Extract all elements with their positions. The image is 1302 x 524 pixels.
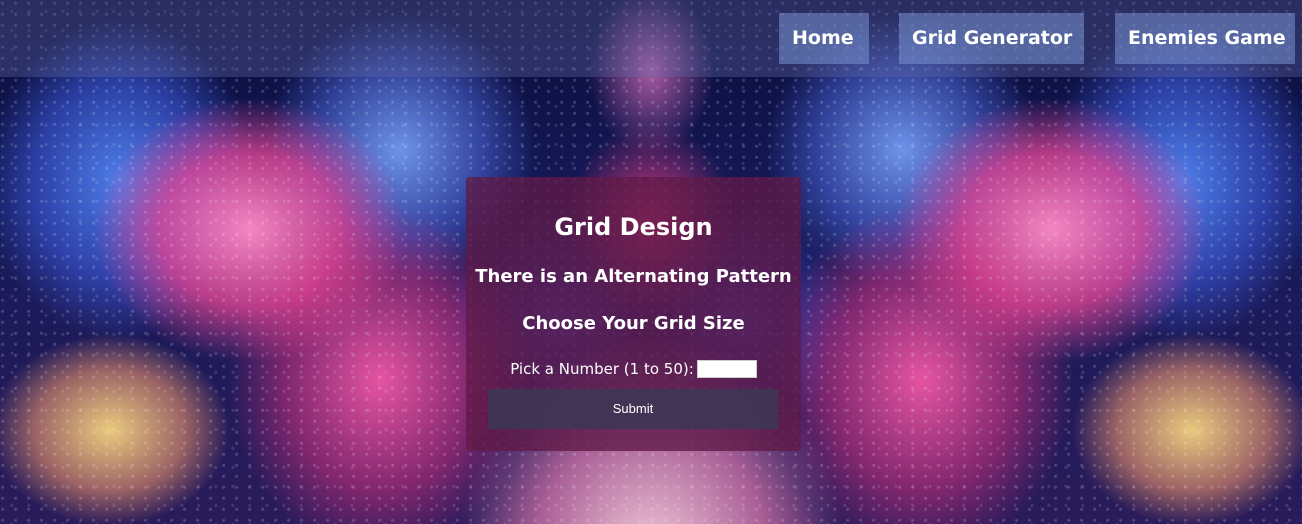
submit-button[interactable]: Submit bbox=[488, 389, 778, 429]
panel-title: Grid Design bbox=[554, 213, 713, 241]
number-input-row: Pick a Number (1 to 50): bbox=[466, 358, 801, 380]
grid-design-panel: Grid Design There is an Alternating Patt… bbox=[466, 177, 801, 451]
pattern-description: There is an Alternating Pattern bbox=[475, 266, 792, 287]
nav-grid-generator-button[interactable]: Grid Generator bbox=[899, 13, 1084, 64]
grid-size-prompt: Choose Your Grid Size bbox=[522, 313, 745, 334]
nav-enemies-game-button[interactable]: Enemies Game bbox=[1115, 13, 1295, 64]
grid-size-input[interactable] bbox=[696, 360, 757, 378]
number-input-label: Pick a Number (1 to 50): bbox=[510, 360, 694, 378]
top-navigation-bar: Home Grid Generator Enemies Game bbox=[0, 0, 1302, 77]
nav-home-button[interactable]: Home bbox=[779, 13, 869, 64]
